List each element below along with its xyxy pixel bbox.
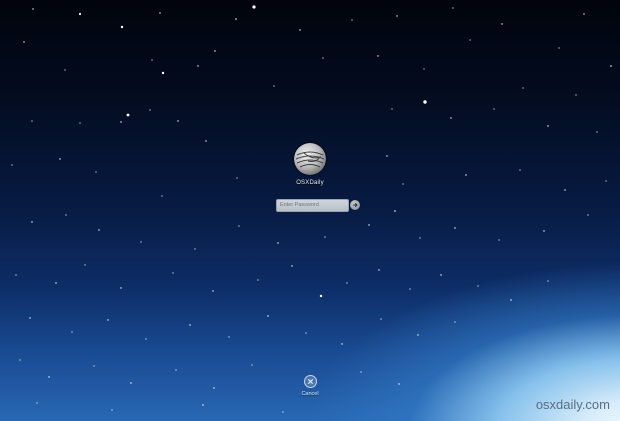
close-x-icon xyxy=(307,378,313,385)
cancel-label: Cancel xyxy=(301,391,319,397)
login-submit-button[interactable] xyxy=(350,200,360,210)
user-avatar[interactable] xyxy=(294,143,326,175)
password-row: - - - - xyxy=(276,199,366,213)
cancel-control: Cancel xyxy=(295,375,325,397)
password-hint: - - - - xyxy=(303,208,311,212)
watermark-text: osxdaily.com xyxy=(535,397,610,412)
username-label: OSXDaily xyxy=(296,180,324,186)
arrow-right-icon xyxy=(353,202,358,208)
login-panel: OSXDaily - - - - xyxy=(250,140,370,212)
cancel-button[interactable] xyxy=(303,375,317,388)
swirl-globe-avatar-icon xyxy=(294,143,326,175)
